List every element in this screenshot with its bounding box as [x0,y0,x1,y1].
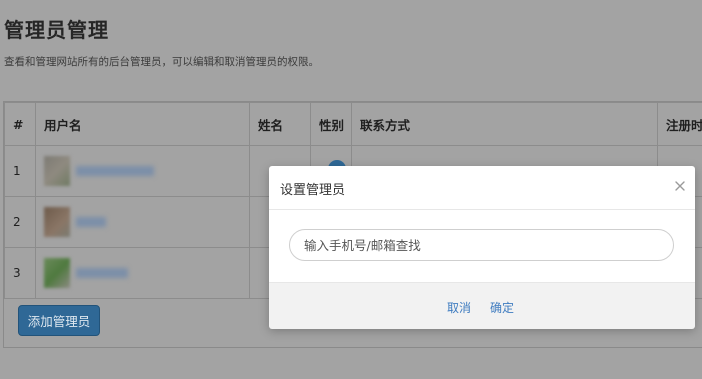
avatar [44,156,70,186]
row-number: 3 [4,247,36,299]
modal-header: 设置管理员 [269,166,695,210]
username-cell [35,247,250,299]
row-number: 2 [4,196,36,248]
confirm-button[interactable]: 确定 [490,299,514,316]
username-link[interactable] [76,268,128,278]
search-input[interactable] [289,229,674,261]
column-header-number: # [4,102,36,146]
username-cell [35,145,250,197]
username-cell [35,196,250,248]
column-header-gender: 性别 [310,102,352,146]
set-admin-modal: 设置管理员 取消 确定 [269,166,695,329]
avatar [44,207,70,237]
page-title: 管理员管理 [4,18,109,42]
column-header-register-time: 注册时 [657,102,702,146]
column-header-name: 姓名 [249,102,311,146]
page-description: 查看和管理网站所有的后台管理员，可以编辑和取消管理员的权限。 [4,56,319,68]
cancel-button[interactable]: 取消 [447,299,471,316]
username-link[interactable] [76,217,106,227]
add-admin-button[interactable]: 添加管理员 [18,305,100,336]
modal-footer: 取消 确定 [269,282,695,329]
column-header-username: 用户名 [35,102,250,146]
row-number: 1 [4,145,36,197]
modal-title: 设置管理员 [280,183,346,198]
avatar [44,258,70,288]
username-link[interactable] [76,166,154,176]
table-header-row: # 用户名 姓名 性别 联系方式 注册时 [4,102,702,146]
close-icon[interactable] [674,180,686,192]
column-header-contact: 联系方式 [351,102,658,146]
